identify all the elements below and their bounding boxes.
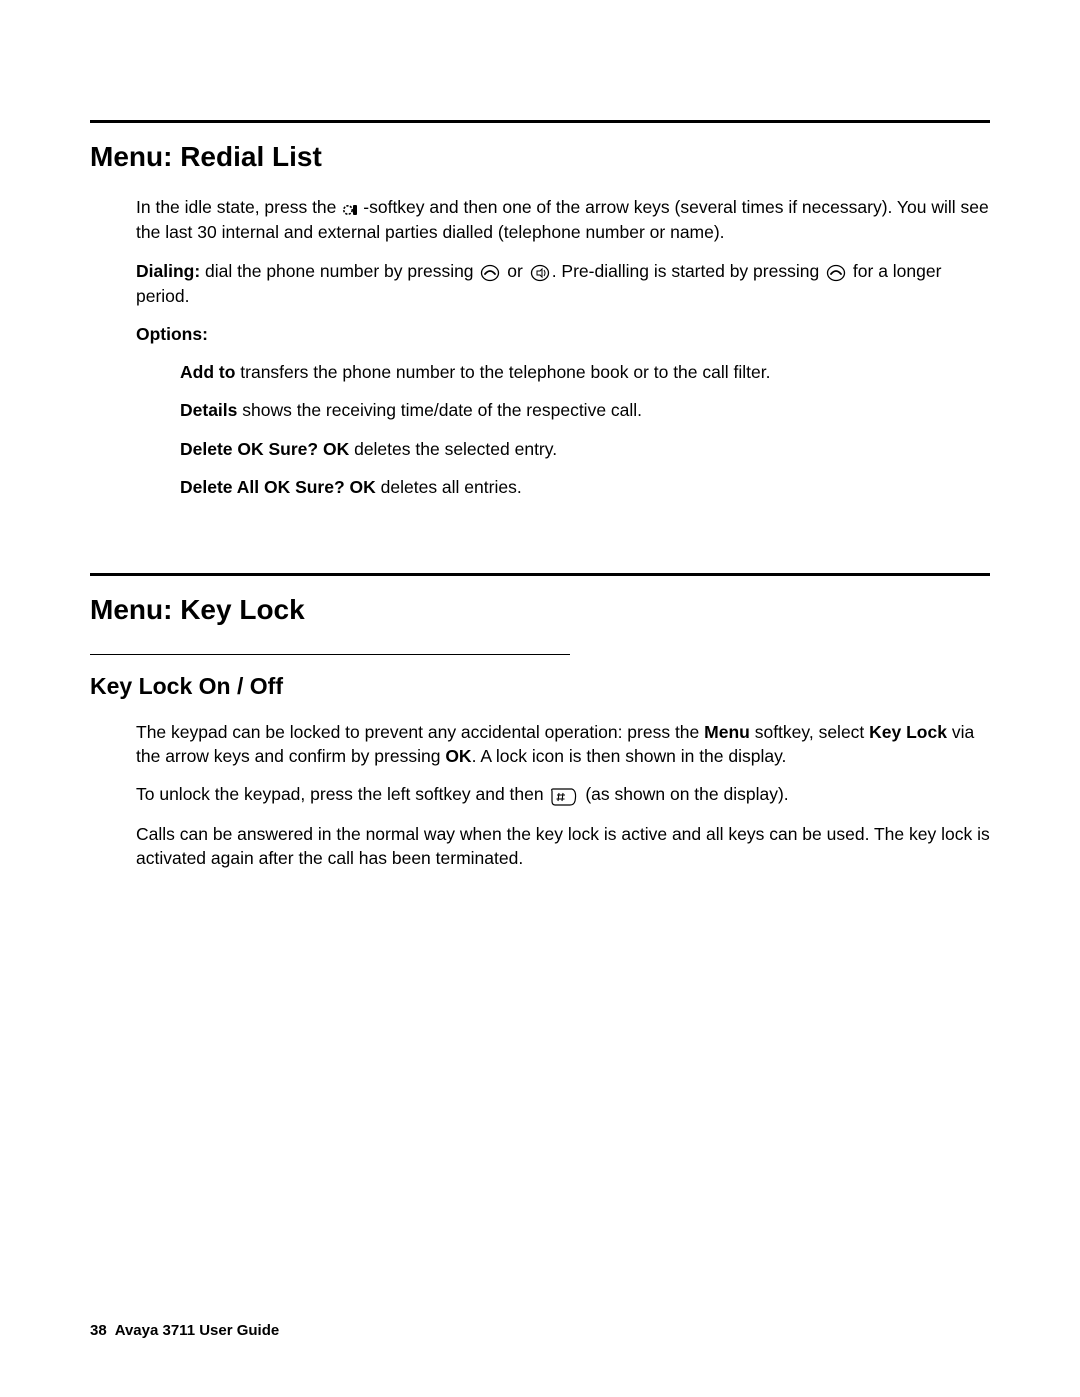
intro-paragraph: In the idle state, press the -softkey an… (136, 195, 990, 245)
dialing-label: Dialing: (136, 261, 200, 281)
speaker-button-icon (530, 260, 550, 284)
text-fragment: . A lock icon is then shown in the displ… (472, 746, 787, 766)
keylock-paragraph-3: Calls can be answered in the normal way … (136, 822, 990, 870)
option-bold: Delete OK Sure? OK (180, 439, 349, 459)
options-label: Options: (136, 322, 990, 346)
option-bold: Details (180, 400, 237, 420)
text-fragment: . Pre-dialling is started by pressing (552, 261, 824, 281)
text-fragment: (as shown on the display). (580, 784, 788, 804)
dialing-paragraph: Dialing: dial the phone number by pressi… (136, 259, 990, 309)
options-list: Add to transfers the phone number to the… (180, 360, 990, 499)
option-text: deletes all entries. (376, 477, 522, 497)
list-item: Delete All OK Sure? OK deletes all entri… (180, 475, 990, 499)
subsection-heading-keylock-onoff: Key Lock On / Off (90, 673, 990, 700)
text-fragment: The keypad can be locked to prevent any … (136, 722, 704, 742)
body-block: In the idle state, press the -softkey an… (136, 195, 990, 499)
keylock-bold: Key Lock (869, 722, 947, 742)
list-item: Add to transfers the phone number to the… (180, 360, 990, 384)
section-heading-keylock: Menu: Key Lock (90, 594, 990, 626)
option-text: deletes the selected entry. (349, 439, 557, 459)
page-footer: 38 Avaya 3711 User Guide (90, 1322, 279, 1339)
text-fragment: To unlock the keypad, press the left sof… (136, 784, 548, 804)
horizontal-rule (90, 120, 990, 123)
handset-button-icon (826, 260, 846, 284)
text-fragment: or (502, 261, 527, 281)
option-bold: Delete All OK Sure? OK (180, 477, 376, 497)
section-heading-redial: Menu: Redial List (90, 141, 990, 173)
option-text: shows the receiving time/date of the res… (237, 400, 642, 420)
option-text: transfers the phone number to the teleph… (235, 362, 770, 382)
keylock-paragraph-2: To unlock the keypad, press the left sof… (136, 782, 990, 807)
hash-key-icon (550, 783, 578, 807)
handset-button-icon (480, 260, 500, 284)
text-fragment: softkey, select (750, 722, 869, 742)
option-bold: Add to (180, 362, 235, 382)
text-fragment: In the idle state, press the (136, 197, 341, 217)
ok-bold: OK (445, 746, 471, 766)
list-item: Delete OK Sure? OK deletes the selected … (180, 437, 990, 461)
list-item: Details shows the receiving time/date of… (180, 398, 990, 422)
text-fragment: dial the phone number by pressing (200, 261, 478, 281)
body-block: The keypad can be locked to prevent any … (136, 720, 990, 870)
document-page: Menu: Redial List In the idle state, pre… (0, 0, 1080, 944)
keylock-paragraph-1: The keypad can be locked to prevent any … (136, 720, 990, 768)
page-number: 38 (90, 1322, 107, 1339)
menu-bold: Menu (704, 722, 750, 742)
menu-softkey-icon (343, 196, 361, 220)
thin-horizontal-rule (90, 654, 570, 655)
horizontal-rule (90, 573, 990, 576)
footer-title: Avaya 3711 User Guide (115, 1322, 280, 1339)
